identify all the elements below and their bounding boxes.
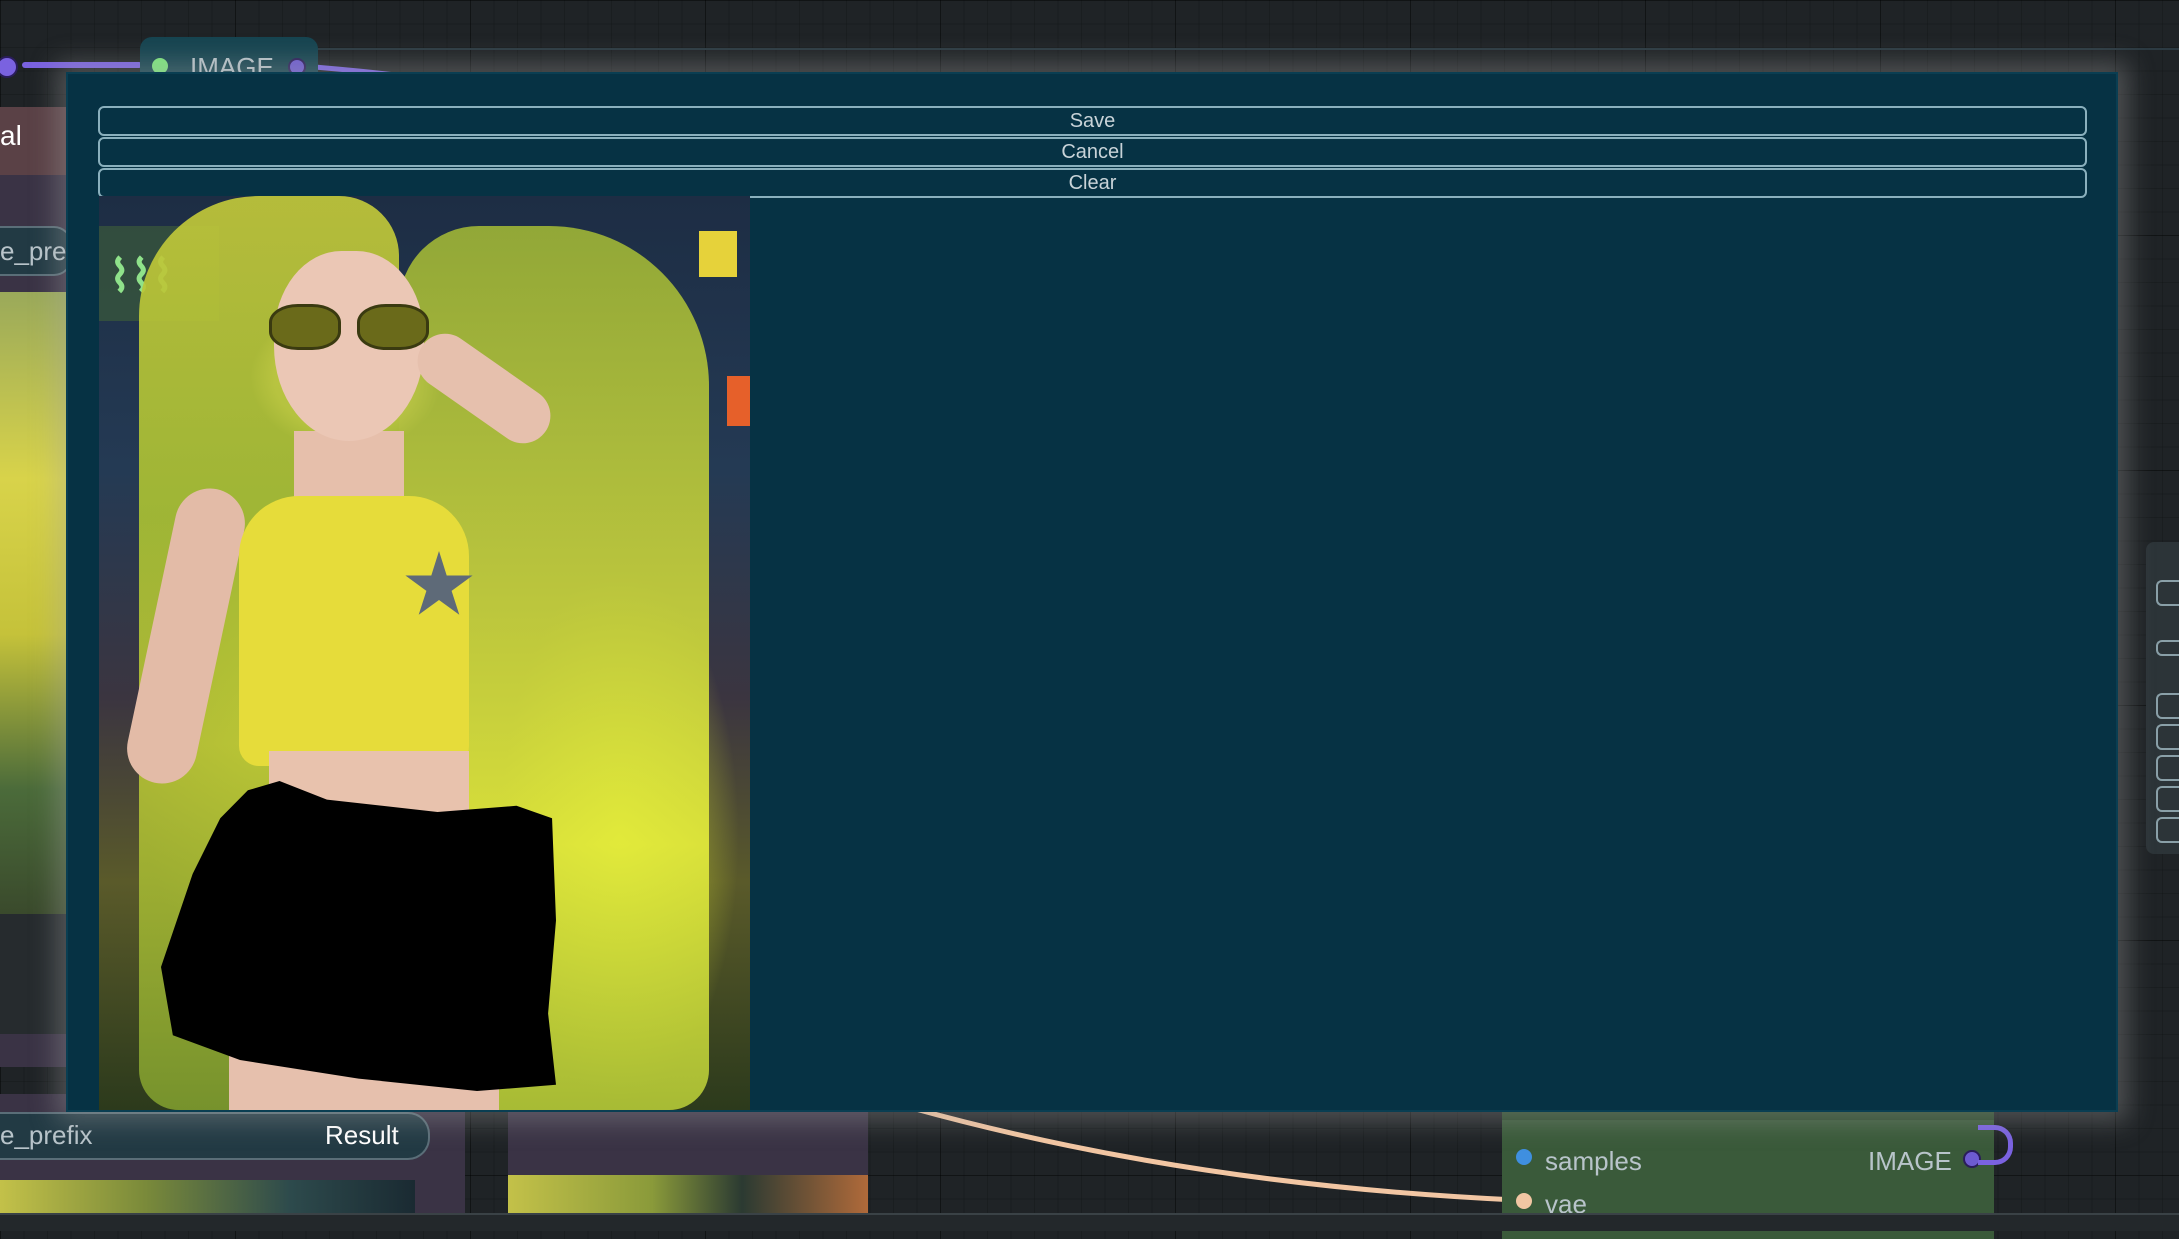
samples-input-label: samples bbox=[1545, 1146, 1642, 1176]
side-menu-toggle[interactable] bbox=[2156, 640, 2179, 656]
neon-sign-yellow bbox=[699, 231, 737, 277]
link-wire-purple-loop bbox=[1978, 1125, 2013, 1165]
link-wire-peach bbox=[911, 1105, 1517, 1203]
side-menu-button-2[interactable] bbox=[2156, 693, 2179, 719]
side-menu-button-3[interactable] bbox=[2156, 724, 2179, 750]
painted-mask-region bbox=[161, 781, 556, 1091]
left-node-gap bbox=[0, 914, 70, 1034]
left-node-title: al bbox=[0, 120, 22, 151]
mask-editor-dialog: Save Cancel Clear ⌇⌇⌇ bbox=[66, 72, 2118, 1112]
side-menu-button-6[interactable] bbox=[2156, 817, 2179, 843]
save-button[interactable]: Save bbox=[98, 106, 2087, 136]
filename-prefix-label: e_prefix bbox=[0, 1120, 93, 1150]
image-output-label: IMAGE bbox=[1868, 1146, 1952, 1176]
mask-canvas[interactable]: ⌇⌇⌇ bbox=[99, 196, 750, 1110]
yellow-top bbox=[239, 496, 469, 766]
samples-input-dot[interactable] bbox=[1516, 1149, 1532, 1165]
neon-sign-orange bbox=[727, 376, 750, 426]
canvas-bottom-bar bbox=[0, 1213, 2179, 1231]
left-node-preview-image bbox=[0, 292, 70, 914]
side-menu-button-5[interactable] bbox=[2156, 786, 2179, 812]
link-wire-purple bbox=[22, 62, 142, 68]
cancel-button[interactable]: Cancel bbox=[98, 137, 2087, 167]
left-node-prefix-field[interactable]: e_pref bbox=[0, 226, 72, 276]
clear-button[interactable]: Clear bbox=[98, 168, 2087, 198]
filename-prefix-value: Result bbox=[325, 1120, 399, 1150]
side-menu-button-1[interactable] bbox=[2156, 580, 2179, 606]
side-menu-button-4[interactable] bbox=[2156, 755, 2179, 781]
sunglasses bbox=[269, 304, 429, 350]
vae-input-dot[interactable] bbox=[1516, 1193, 1532, 1209]
